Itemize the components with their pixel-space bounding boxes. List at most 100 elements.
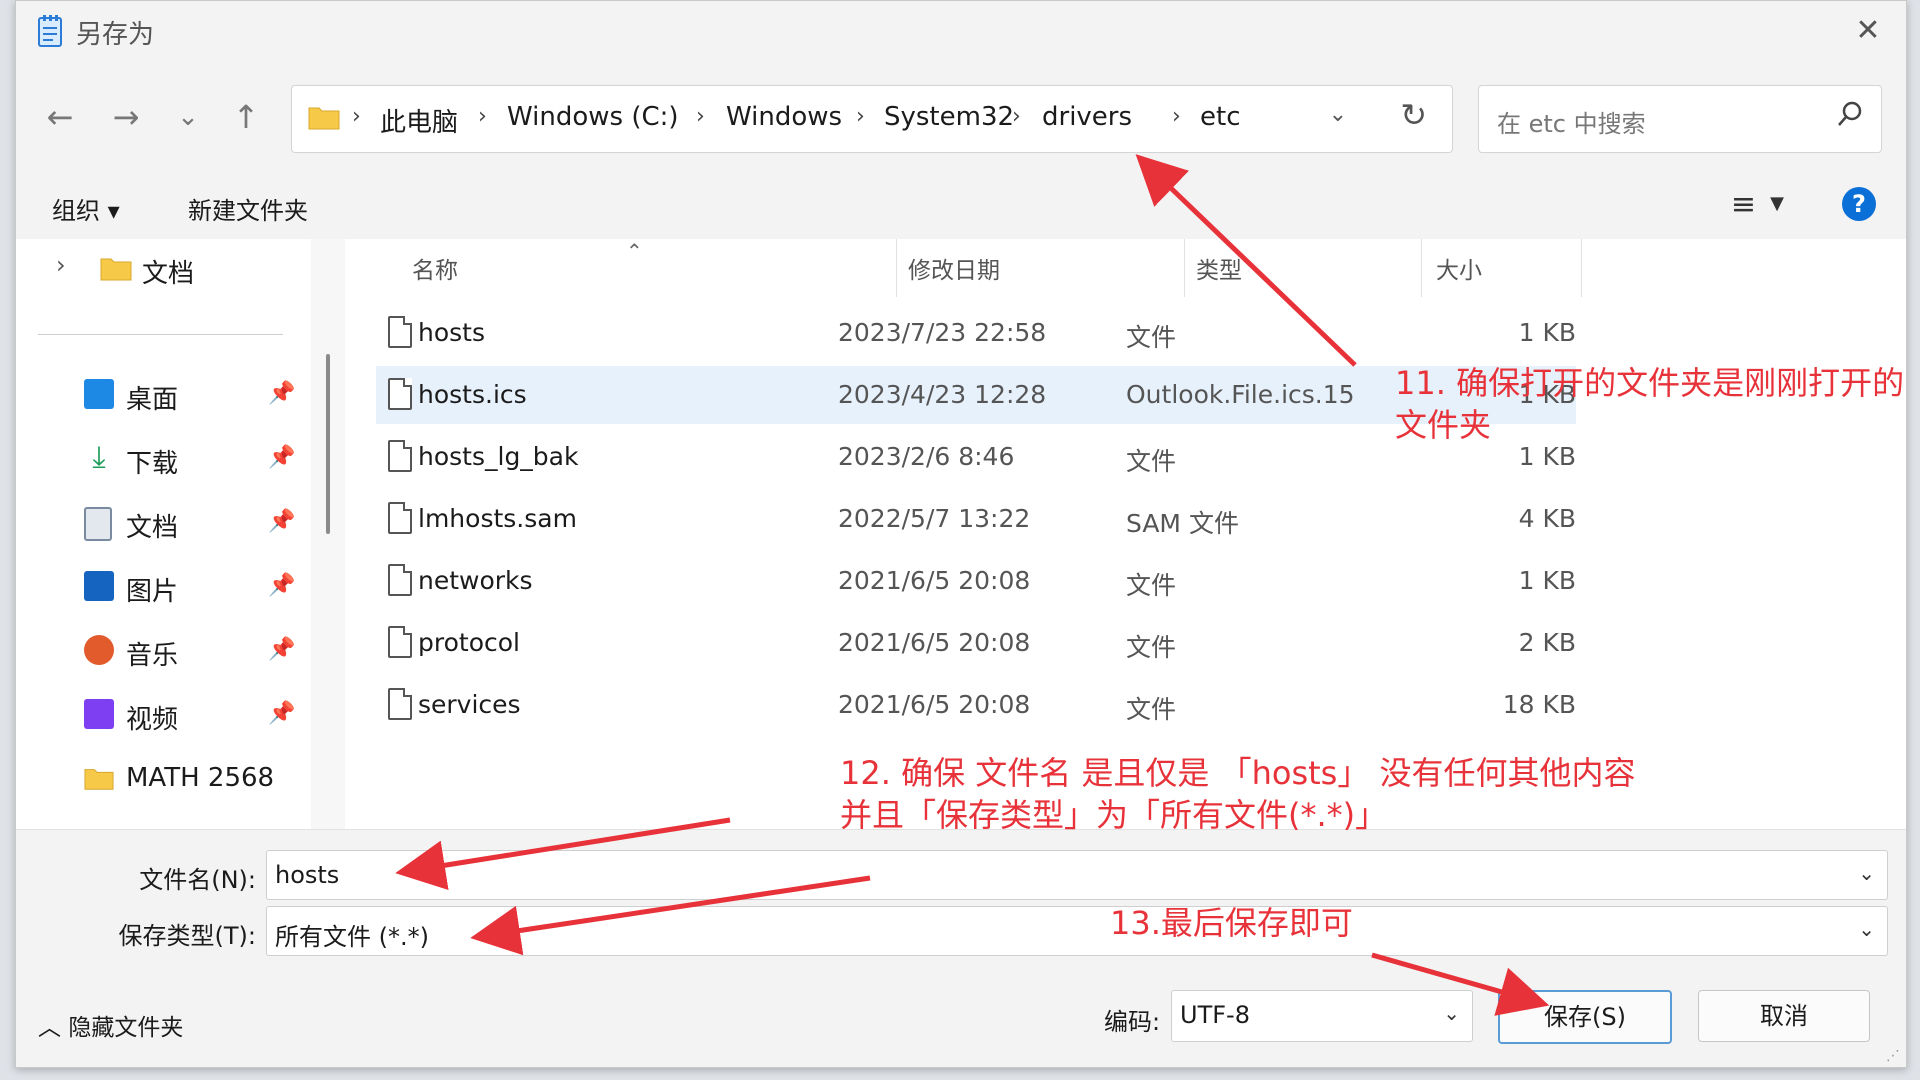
file-icon — [388, 378, 412, 410]
hide-folders-label: 隐藏文件夹 — [68, 1015, 184, 1041]
chevron-right-icon[interactable]: › — [56, 251, 66, 279]
file-name: lmhosts.sam — [418, 504, 577, 533]
column-divider[interactable] — [1581, 239, 1582, 297]
column-divider[interactable] — [1421, 239, 1422, 297]
annotation-text: 文件夹 — [1395, 406, 1492, 444]
cancel-button[interactable]: 取消 — [1698, 990, 1870, 1042]
sidebar-item-label: 文档 — [126, 513, 179, 543]
file-size: 4 KB — [1518, 504, 1576, 533]
sidebar-item-documents-tree[interactable]: › 文档 — [16, 239, 346, 299]
hide-folders-toggle[interactable]: ︿ 隐藏文件夹 — [38, 1008, 183, 1042]
up-icon[interactable]: ↑ — [224, 95, 268, 139]
address-bar[interactable]: › 此电脑 › Windows (C:) › Windows › System3… — [291, 85, 1453, 153]
breadcrumb-etc[interactable]: etc — [1200, 102, 1241, 132]
close-button[interactable]: ✕ — [1848, 11, 1888, 51]
chevron-down-icon[interactable]: ▼ — [1770, 193, 1784, 214]
music-icon — [84, 635, 114, 665]
column-divider[interactable] — [1184, 239, 1185, 297]
help-icon[interactable]: ? — [1842, 187, 1876, 221]
file-type: 文件 — [1126, 695, 1177, 724]
sidebar-item-desktop[interactable]: 桌面 📌 — [16, 367, 296, 423]
pictures-icon — [84, 571, 114, 601]
sidebar-scrollbar[interactable] — [311, 239, 345, 829]
video-icon — [84, 699, 114, 729]
file-icon — [388, 502, 412, 534]
chevron-down-icon[interactable]: ⌄ — [1858, 861, 1875, 885]
file-type: 文件 — [1126, 571, 1177, 600]
breadcrumb-separator: › — [478, 104, 487, 129]
chevron-down-icon[interactable]: ⌄ — [1858, 917, 1875, 941]
breadcrumb-windows[interactable]: Windows — [726, 102, 842, 132]
filename-field[interactable]: hosts ⌄ — [266, 850, 1888, 900]
file-name: hosts.ics — [418, 380, 527, 409]
file-date: 2022/5/7 13:22 — [838, 504, 1031, 533]
file-date: 2021/6/5 20:08 — [838, 690, 1031, 719]
sidebar-item-videos[interactable]: 视频 📌 — [16, 687, 296, 743]
pin-icon[interactable]: 📌 — [268, 381, 295, 406]
sidebar-item-pictures[interactable]: 图片 📌 — [16, 559, 296, 615]
file-date: 2023/7/23 22:58 — [838, 318, 1047, 347]
pin-icon[interactable]: 📌 — [268, 509, 295, 534]
organize-menu[interactable]: 组织 ▾ — [52, 191, 120, 226]
sidebar-item-math-2568[interactable]: MATH 2568 — [16, 751, 296, 807]
file-size: 1 KB — [1518, 566, 1576, 595]
view-options-icon[interactable]: ≡ — [1731, 187, 1756, 222]
download-icon: ⤓ — [92, 440, 106, 475]
document-icon — [84, 507, 112, 541]
scrollbar-thumb[interactable] — [326, 354, 330, 534]
file-row-networks[interactable]: networks 2021/6/5 20:08 文件 1 KB — [376, 552, 1576, 610]
filename-value[interactable]: hosts — [275, 861, 339, 889]
file-size: 1 KB — [1518, 318, 1576, 347]
breadcrumb-separator: › — [1172, 104, 1181, 129]
file-type: 文件 — [1126, 447, 1177, 476]
back-icon[interactable]: ← — [38, 95, 82, 139]
annotation-step-13: 13.最后保存即可 — [1110, 904, 1353, 942]
breadcrumb-drivers[interactable]: drivers — [1042, 102, 1132, 132]
file-row-services[interactable]: services 2021/6/5 20:08 文件 18 KB — [376, 676, 1576, 734]
window-title: 另存为 — [76, 20, 155, 50]
sidebar-item-music[interactable]: 音乐 📌 — [16, 623, 296, 679]
breadcrumb-drive-c[interactable]: Windows (C:) — [507, 102, 679, 132]
column-header-date[interactable]: 修改日期 — [908, 251, 1000, 285]
annotation-step-12: 12. 确保 文件名 是且仅是 「hosts」 没有任何其他内容 并且「保存类型… — [840, 752, 1636, 836]
column-divider[interactable] — [896, 239, 897, 297]
navigation-bar: ← → ⌄ ↑ › 此电脑 › Windows (C:) › Windows ›… — [16, 63, 1906, 173]
new-folder-button[interactable]: 新建文件夹 — [188, 191, 308, 226]
folder-icon — [100, 258, 132, 281]
recent-locations-icon[interactable]: ⌄ — [166, 95, 210, 139]
encoding-select[interactable]: UTF-8 ⌄ — [1171, 990, 1473, 1042]
file-row-hosts[interactable]: hosts 2023/7/23 22:58 文件 1 KB — [376, 304, 1576, 362]
refresh-icon[interactable]: ↻ — [1400, 96, 1427, 134]
filename-label: 文件名(N): — [139, 866, 256, 894]
savetype-value: 所有文件 (*.*) — [275, 923, 429, 951]
folder-icon — [308, 107, 340, 130]
pin-icon[interactable]: 📌 — [268, 445, 295, 470]
pin-icon[interactable]: 📌 — [268, 573, 295, 598]
resize-grip-icon[interactable]: ⋰ — [1886, 1048, 1900, 1064]
breadcrumb-system32[interactable]: System32 — [884, 102, 1014, 132]
chevron-down-icon[interactable]: ⌄ — [1443, 1001, 1460, 1025]
sidebar-item-downloads[interactable]: ⤓ 下载 📌 — [16, 431, 296, 487]
breadcrumb-separator: › — [696, 104, 705, 129]
pin-icon[interactable]: 📌 — [268, 701, 295, 726]
save-button[interactable]: 保存(S) — [1498, 990, 1672, 1044]
search-box[interactable]: 在 etc 中搜索 — [1478, 85, 1882, 153]
file-row-protocol[interactable]: protocol 2021/6/5 20:08 文件 2 KB — [376, 614, 1576, 672]
pin-icon[interactable]: 📌 — [268, 637, 295, 662]
file-row-lmhosts-sam[interactable]: lmhosts.sam 2022/5/7 13:22 SAM 文件 4 KB — [376, 490, 1576, 548]
chevron-down-icon[interactable]: ⌄ — [1329, 102, 1347, 127]
file-size: 18 KB — [1502, 690, 1576, 719]
sidebar-item-label: 图片 — [126, 577, 179, 607]
column-header-type[interactable]: 类型 — [1196, 251, 1242, 285]
forward-icon[interactable]: → — [104, 95, 148, 139]
savetype-select[interactable]: 所有文件 (*.*) ⌄ — [266, 906, 1888, 956]
file-date: 2023/2/6 8:46 — [838, 442, 1015, 471]
file-icon — [388, 564, 412, 596]
column-header-name[interactable]: 名称 — [412, 251, 458, 285]
breadcrumb-this-pc[interactable]: 此电脑 — [380, 102, 458, 139]
file-name: networks — [418, 566, 533, 595]
sidebar-item-documents[interactable]: 文档 📌 — [16, 495, 296, 551]
encoding-label: 编码: — [1104, 1008, 1161, 1036]
annotation-text: 并且「保存类型」为「所有文件(*.*)」 — [840, 796, 1388, 834]
column-header-size[interactable]: 大小 — [1436, 251, 1482, 285]
